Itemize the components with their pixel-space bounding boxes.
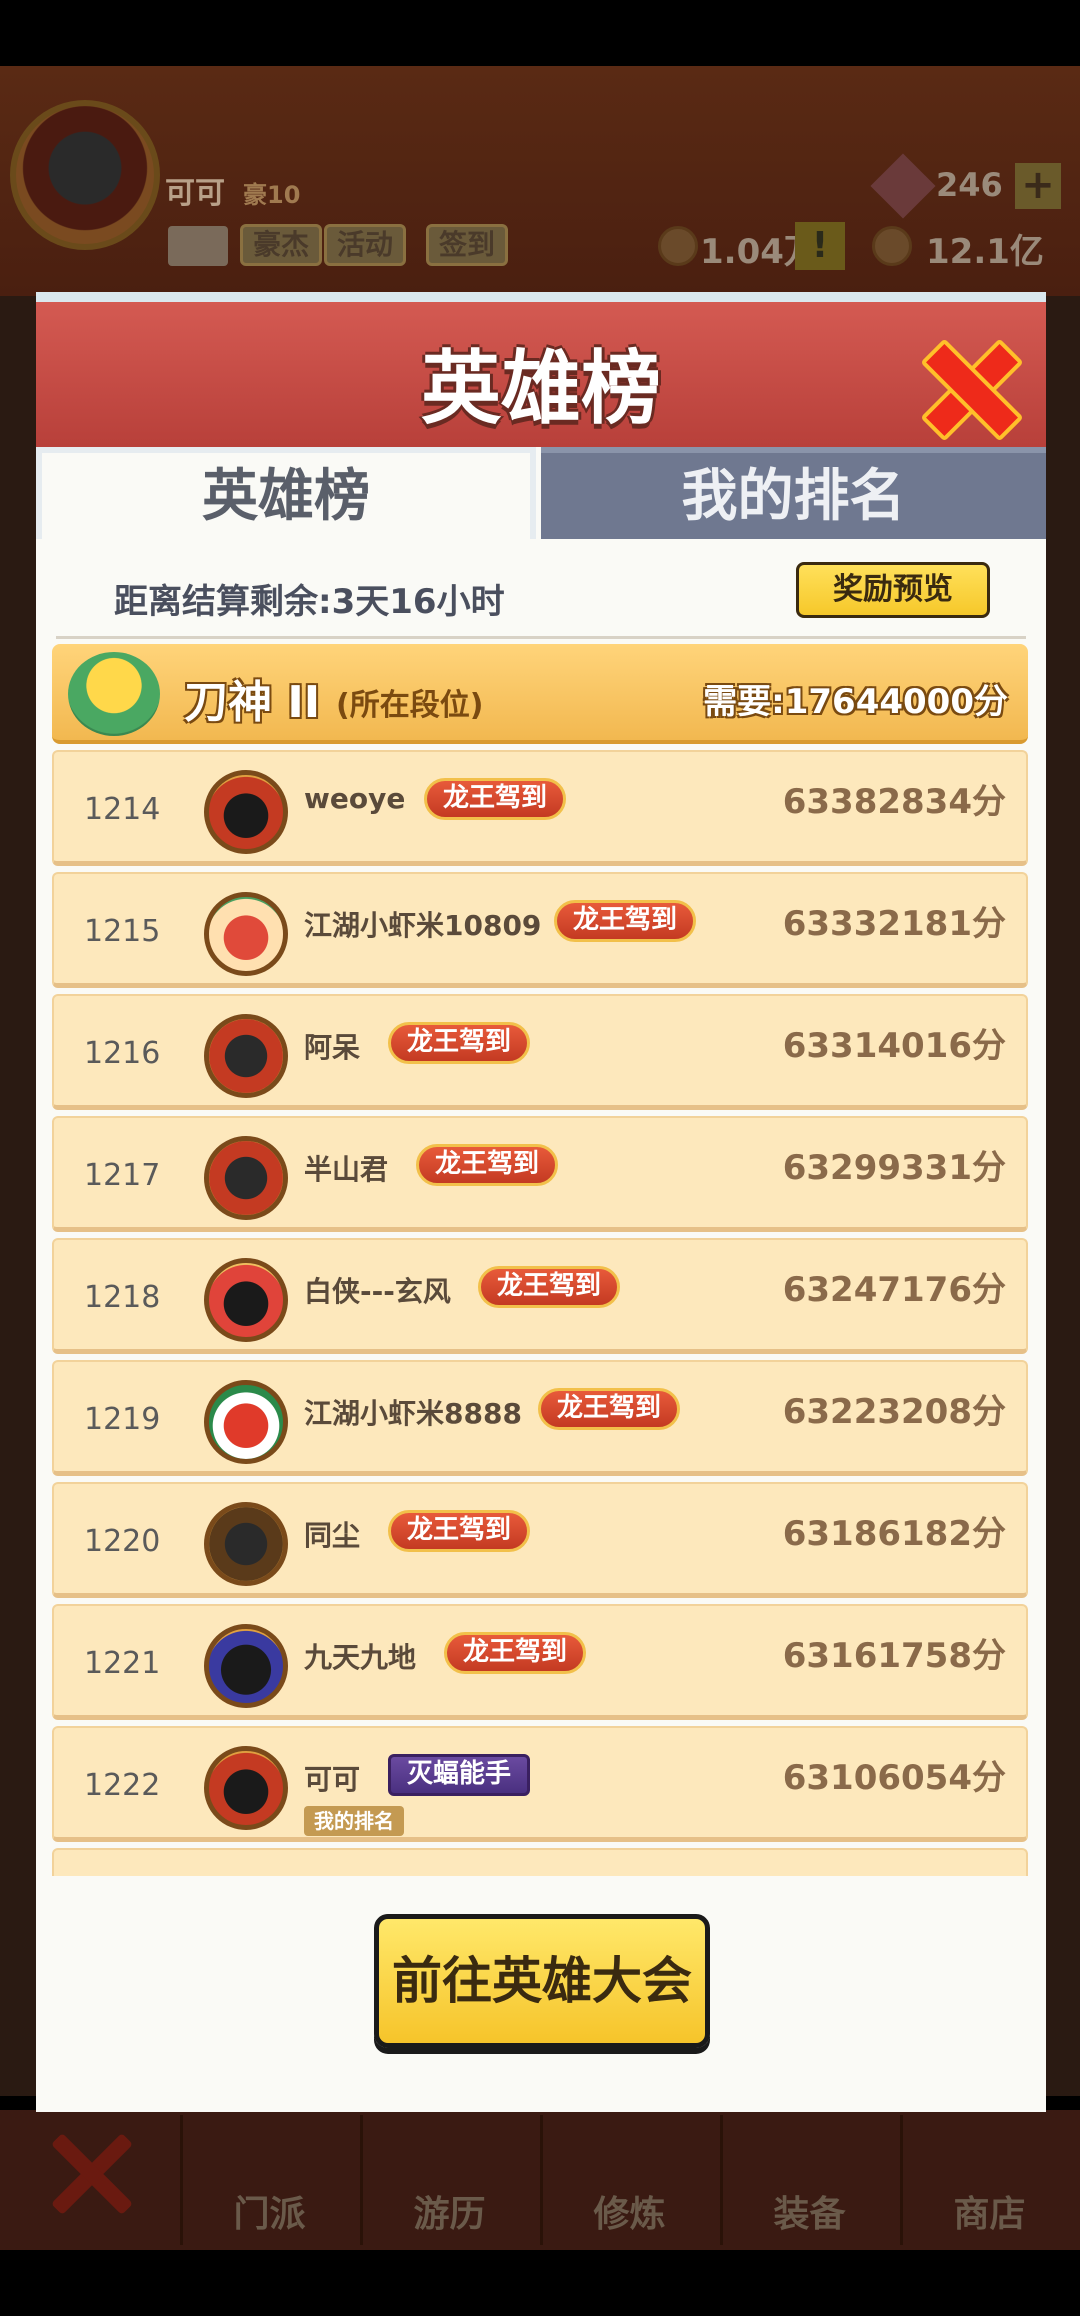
player-name: 可可 <box>304 1763 361 1796</box>
tab-my-rank[interactable]: 我的排名 <box>541 447 1046 539</box>
token-icon <box>658 226 698 266</box>
player-name: 九天九地 <box>304 1641 417 1674</box>
nav-equipment[interactable]: 装备 <box>720 2115 896 2245</box>
title-badge: 龙王驾到 <box>444 1632 587 1674</box>
player-rank: 豪10 <box>243 181 301 209</box>
player-avatar[interactable] <box>204 892 288 976</box>
leaderboard-dialog: 英雄榜 英雄榜 我的排名 距离结算剩余:3天16小时 奖励预览 刀神 II (所… <box>36 292 1046 2112</box>
rank-row[interactable]: 1217 半山君 龙王驾到 63299331分 <box>52 1116 1028 1232</box>
player-score: 63106054分 <box>782 1758 1006 1798</box>
rank-row-self[interactable]: 1222 可可 灭蝠能手 我的排名 63106054分 <box>52 1726 1028 1842</box>
rank-number: 1221 <box>84 1646 161 1681</box>
nav-sect[interactable]: 门派 <box>180 2115 356 2245</box>
coin-count: 12.1亿 <box>926 232 1044 272</box>
player-name: 白侠---玄风 <box>304 1275 451 1308</box>
rank-row[interactable]: 1220 同尘 龙王驾到 63186182分 <box>52 1482 1028 1598</box>
rank-number: 1222 <box>84 1768 161 1803</box>
player-avatar[interactable] <box>204 770 288 854</box>
dialog-header: 英雄榜 <box>36 292 1046 447</box>
rank-number: 1219 <box>84 1402 161 1437</box>
player-avatar[interactable] <box>204 1380 288 1464</box>
status-bar <box>0 0 1080 66</box>
player-name: 同尘 <box>304 1519 361 1552</box>
gem-count: 246 <box>936 166 1003 204</box>
tier-name: 刀神 II <box>184 677 321 728</box>
nav-train[interactable]: 修炼 <box>540 2115 716 2245</box>
heroes-button[interactable]: 豪杰 <box>240 224 323 266</box>
player-name: weoye <box>304 782 406 815</box>
divider <box>56 636 1026 639</box>
player-score: 63332181分 <box>782 904 1006 944</box>
player-name: 阿呆 <box>304 1031 361 1064</box>
tier-bar: 刀神 II (所在段位) 需要:17644000分 <box>52 644 1028 744</box>
alert-button[interactable]: ! <box>795 222 845 270</box>
nav-label: 游历 <box>413 2194 486 2235</box>
player-score: 63382834分 <box>782 782 1006 822</box>
title-badge: 龙王驾到 <box>538 1388 681 1430</box>
title-badge: 龙王驾到 <box>388 1510 531 1552</box>
tab-leaderboard[interactable]: 英雄榜 <box>36 447 536 539</box>
title-badge: 龙王驾到 <box>478 1266 621 1308</box>
nav-shop[interactable]: 商店 <box>900 2115 1076 2245</box>
title-badge: 龙王驾到 <box>554 900 697 942</box>
system-nav-bar <box>0 2250 1080 2316</box>
checkin-button[interactable]: 签到 <box>426 224 509 266</box>
rank-row[interactable]: 1221 九天九地 龙王驾到 63161758分 <box>52 1604 1028 1720</box>
nav-travel[interactable]: 游历 <box>360 2115 536 2245</box>
my-rank-tag: 我的排名 <box>304 1806 404 1836</box>
player-avatar[interactable] <box>204 1258 288 1342</box>
activity-button[interactable]: 活动 <box>324 224 407 266</box>
settlement-countdown: 距离结算剩余:3天16小时 <box>114 582 505 622</box>
title-badge: 龙王驾到 <box>424 778 567 820</box>
rank-list[interactable]: 1214 weoye 龙王驾到 63382834分 1215 江湖小虾米1080… <box>52 750 1028 1876</box>
rank-number: 1215 <box>84 914 161 949</box>
player-avatar[interactable] <box>204 1136 288 1220</box>
player-score: 63247176分 <box>782 1270 1006 1310</box>
player-avatar[interactable] <box>10 100 160 250</box>
mail-icon[interactable] <box>168 226 228 266</box>
go-to-hero-conference-button[interactable]: 前往英雄大会 <box>374 1914 710 2048</box>
player-score: 63314016分 <box>782 1026 1006 1066</box>
player-name: 江湖小虾米8888 <box>304 1397 522 1430</box>
close-icon[interactable] <box>48 2130 132 2214</box>
close-button[interactable] <box>924 342 1012 430</box>
player-avatar[interactable] <box>204 1746 288 1830</box>
nav-label: 商店 <box>953 2194 1026 2235</box>
rank-row[interactable]: 1215 江湖小虾米10809 龙王驾到 63332181分 <box>52 872 1028 988</box>
player-score: 63299331分 <box>782 1148 1006 1188</box>
player-score: 63223208分 <box>782 1392 1006 1432</box>
player-avatar[interactable] <box>204 1014 288 1098</box>
nav-label: 装备 <box>773 2194 846 2235</box>
player-avatar[interactable] <box>204 1624 288 1708</box>
rank-number: 1216 <box>84 1036 161 1071</box>
player-name: 半山君 <box>304 1153 389 1186</box>
tier-requirement: 需要:17644000分 <box>703 682 1008 722</box>
player-score: 63186182分 <box>782 1514 1006 1554</box>
rank-row[interactable]: 1216 阿呆 龙王驾到 63314016分 <box>52 994 1028 1110</box>
nav-label: 修炼 <box>593 2194 666 2235</box>
rank-row[interactable]: 1214 weoye 龙王驾到 63382834分 <box>52 750 1028 866</box>
rank-number: 1214 <box>84 792 161 827</box>
player-name: 江湖小虾米10809 <box>304 909 542 942</box>
rank-number: 1218 <box>84 1280 161 1315</box>
coin-icon <box>872 226 912 266</box>
rank-row-partial[interactable] <box>52 1848 1028 1876</box>
reward-preview-button[interactable]: 奖励预览 <box>796 562 990 618</box>
tier-note: (所在段位) <box>336 688 484 723</box>
dialog-title: 英雄榜 <box>421 342 661 435</box>
tier-emblem-icon <box>68 652 160 736</box>
rank-row[interactable]: 1218 白侠---玄风 龙王驾到 63247176分 <box>52 1238 1028 1354</box>
title-badge: 龙王驾到 <box>416 1144 559 1186</box>
rank-number: 1220 <box>84 1524 161 1559</box>
add-gem-button[interactable]: + <box>1015 163 1061 209</box>
player-score: 63161758分 <box>782 1636 1006 1676</box>
title-badge: 龙王驾到 <box>388 1022 531 1064</box>
title-badge: 灭蝠能手 <box>388 1754 531 1796</box>
player-avatar[interactable] <box>204 1502 288 1586</box>
nav-label: 门派 <box>233 2194 306 2235</box>
player-name: 可可 <box>165 176 225 211</box>
rank-number: 1217 <box>84 1158 161 1193</box>
rank-row[interactable]: 1219 江湖小虾米8888 龙王驾到 63223208分 <box>52 1360 1028 1476</box>
